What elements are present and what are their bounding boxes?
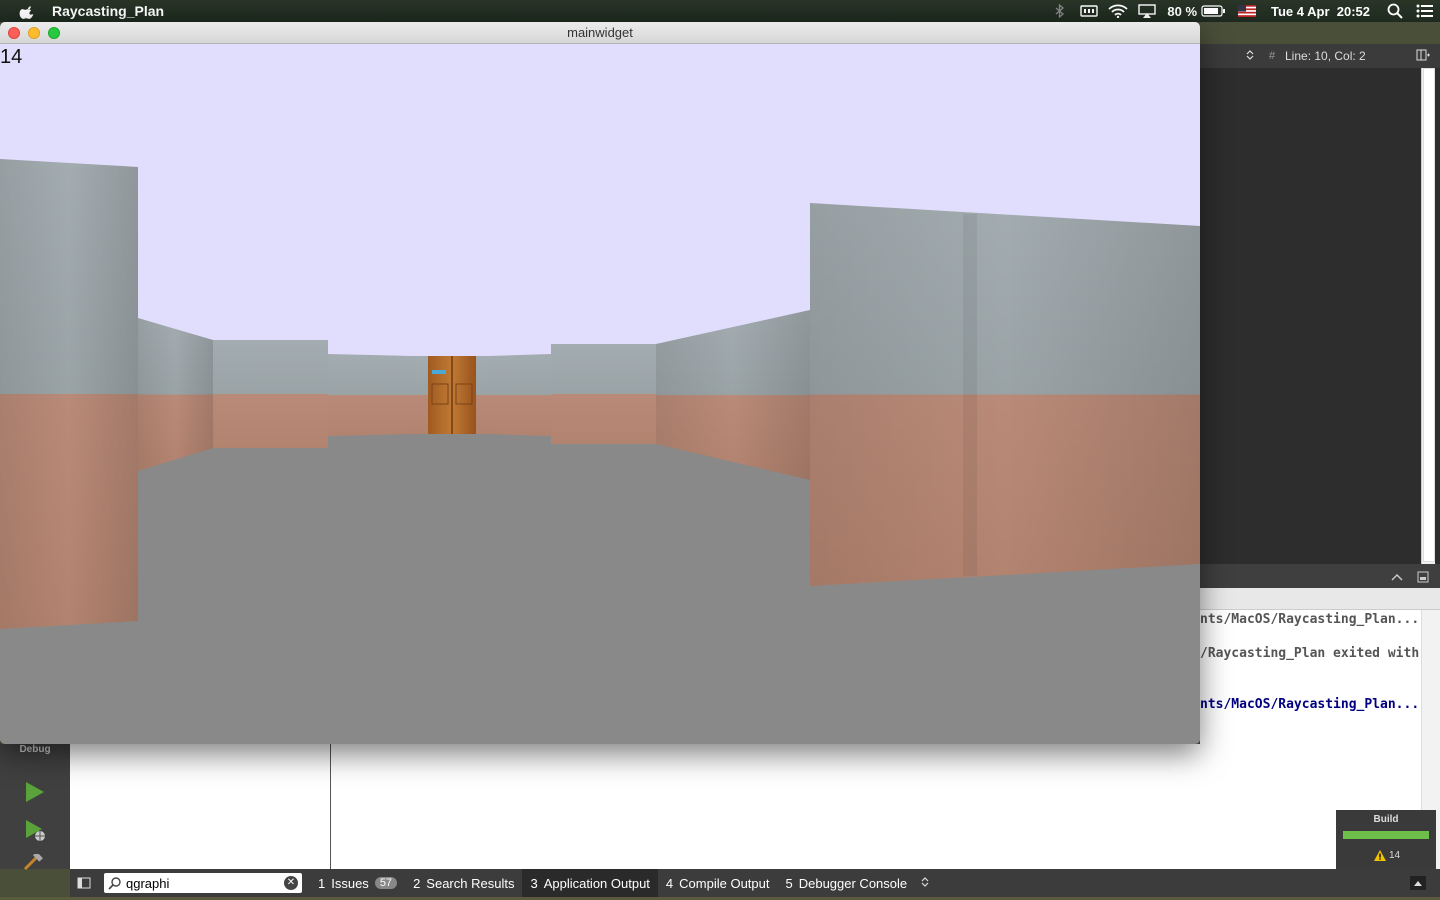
build-hammer-icon[interactable] [22, 851, 46, 875]
tab-label: Search Results [426, 875, 515, 891]
tab-number: 3 [530, 875, 538, 891]
issues-count-badge: 57 [374, 877, 398, 889]
search-input[interactable] [126, 875, 276, 891]
editor-scrollbar[interactable] [1421, 68, 1435, 564]
clear-search-icon[interactable]: ✕ [284, 876, 298, 890]
output-line: nts/MacOS/Raycasting_Plan... [1200, 697, 1420, 712]
updown-chevron-icon[interactable] [1246, 49, 1254, 64]
wall-segment [213, 340, 328, 448]
battery-icon[interactable] [1197, 0, 1229, 22]
split-editor-icon[interactable] [1416, 49, 1430, 64]
tab-number: 5 [785, 875, 793, 891]
clock[interactable]: Tue 4 Apr 20:52 [1265, 0, 1380, 22]
battery-percentage: 80 % [1167, 3, 1198, 19]
wall-segment [476, 356, 490, 434]
spotlight-search-icon[interactable] [1380, 0, 1410, 22]
zoom-button[interactable] [48, 27, 60, 39]
editor-toolbar: # Line: 10, Col: 2 [1200, 44, 1440, 68]
tab-debugger-console[interactable]: 5 Debugger Console [777, 869, 915, 897]
output-pane-toolbar [1200, 588, 1440, 610]
run-icon[interactable] [24, 780, 46, 809]
mode-sidebar: Debug [0, 744, 70, 871]
tab-label: Application Output [543, 875, 650, 891]
hash-icon: # [1269, 50, 1276, 62]
more-tabs-chevron-icon[interactable] [915, 876, 929, 891]
notification-center-icon[interactable] [1410, 0, 1440, 22]
minimize-button[interactable] [28, 27, 40, 39]
tab-search-results[interactable]: 2 Search Results [405, 869, 522, 897]
warning-icon [1374, 850, 1386, 861]
frame-counter: 14 [0, 46, 23, 68]
debug-run-icon[interactable] [24, 818, 48, 849]
tab-issues[interactable]: 1 Issues 57 [310, 869, 405, 897]
tab-application-output[interactable]: 3 Application Output [522, 869, 658, 897]
build-label: Build [1373, 814, 1399, 825]
window-title: mainwidget [567, 25, 633, 40]
app-name-menu[interactable]: Raycasting_Plan [52, 3, 164, 19]
menu-bar: Raycasting_Plan 80 % Tue 4 Apr 20:52 [0, 0, 1440, 22]
wall-segment [551, 344, 656, 444]
airplay-icon[interactable] [1133, 0, 1161, 22]
build-progress[interactable]: Build 14 [1336, 810, 1436, 869]
raycast-viewport[interactable]: 14 [0, 44, 1200, 744]
output-area[interactable] [331, 744, 1336, 869]
bluetooth-icon[interactable] [1045, 0, 1075, 22]
open-documents-pane[interactable] [70, 744, 331, 869]
close-button[interactable] [8, 27, 20, 39]
tab-compile-output[interactable]: 4 Compile Output [658, 869, 778, 897]
code-editor[interactable] [1200, 68, 1440, 564]
collapse-output-icon[interactable] [1410, 876, 1426, 890]
debug-mode-label[interactable]: Debug [0, 744, 70, 755]
tab-number: 1 [318, 875, 326, 891]
wall-segment [328, 354, 412, 436]
maximize-pane-icon[interactable] [1417, 570, 1429, 588]
toggle-sidebar-icon[interactable] [70, 869, 98, 897]
warning-count-text: 14 [1389, 850, 1401, 861]
game-scene [0, 44, 1200, 744]
output-line: /Raycasting_Plan exited with [1200, 646, 1420, 661]
tab-label: Compile Output [679, 875, 770, 891]
output-pane-bar: ✕ 1 Issues 57 2 Search Results 3 Applica… [70, 869, 1440, 897]
app-window: mainwidget 14 [0, 22, 1200, 744]
apple-icon[interactable] [18, 3, 38, 19]
memory-icon[interactable] [1075, 0, 1103, 22]
tab-number: 4 [665, 875, 674, 891]
warning-count[interactable]: 14 [1374, 850, 1400, 861]
tab-label: Debugger Console [798, 875, 908, 891]
window-titlebar[interactable]: mainwidget [0, 22, 1200, 44]
collapse-up-icon[interactable] [1391, 570, 1403, 588]
tab-label: Issues [331, 875, 369, 891]
output-pane-header [1200, 564, 1440, 588]
search-icon [108, 877, 121, 890]
tab-number: 2 [413, 875, 421, 891]
wall-segment [412, 356, 428, 434]
us-flag-icon[interactable] [1229, 0, 1265, 22]
build-progress-bar [1343, 831, 1429, 839]
output-line: nts/MacOS/Raycasting_Plan... [1200, 612, 1420, 627]
wifi-icon[interactable] [1103, 0, 1133, 22]
locator-search[interactable]: ✕ [104, 873, 302, 893]
wall-segment [490, 354, 551, 436]
cursor-position[interactable]: Line: 10, Col: 2 [1285, 49, 1366, 63]
